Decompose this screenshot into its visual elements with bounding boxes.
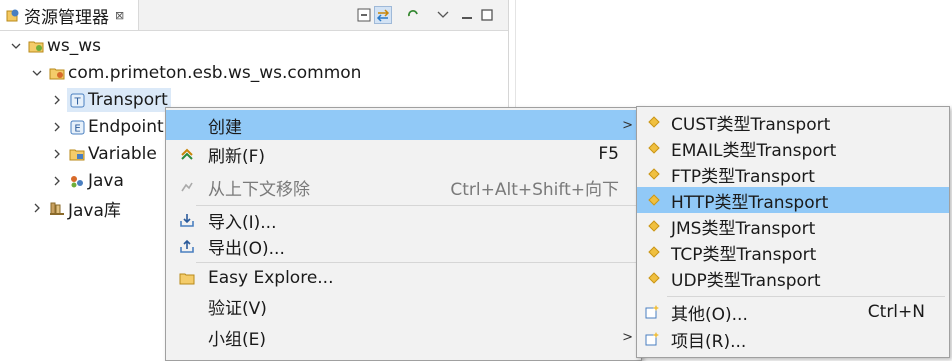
menu-label: 其他(O)... (671, 304, 748, 325)
tree-item-java-library[interactable]: Java库 (31, 195, 121, 221)
tree-label: Transport (88, 90, 168, 110)
menu-label: EMAIL类型Transport (671, 140, 837, 161)
menu-label: Easy Explore... (208, 268, 334, 288)
transport-type-icon (645, 113, 663, 131)
transport-type-icon (645, 191, 663, 209)
variable-folder-icon (69, 146, 85, 162)
menu-label: 导出(O)... (208, 238, 285, 259)
menu-label: 刷新(F) (208, 146, 266, 167)
submenu-item-other[interactable]: 其他(O)... Ctrl+N (637, 298, 949, 326)
refresh-icon (178, 145, 196, 163)
transport-type-icon (645, 269, 663, 287)
submenu-item-email[interactable]: EMAIL类型Transport (637, 135, 949, 161)
svg-text:T: T (73, 96, 81, 107)
tree-item-endpoint[interactable]: E Endpoint (51, 114, 164, 140)
submenu-item-udp[interactable]: UDP类型Transport (637, 265, 949, 291)
tree-item-package[interactable]: com.primeton.esb.ws_ws.common (31, 60, 361, 86)
package-icon (49, 65, 65, 81)
menu-label: 小组(E) (208, 329, 267, 350)
maximize-icon[interactable] (478, 6, 496, 24)
transport-type-icon (645, 139, 663, 157)
tab-label: 资源管理器 (24, 7, 109, 28)
transport-type-icon (645, 243, 663, 261)
tree-label: Variable (88, 144, 157, 164)
tree-label: Java (88, 171, 124, 191)
chevron-right-icon: > (622, 329, 633, 345)
tree-item-java[interactable]: Java (51, 168, 124, 194)
context-menu: 创建 > 刷新(F) F5 从上下文移除 Ctrl+Alt+Shift+向下 导… (165, 107, 642, 361)
chevron-down-icon[interactable] (10, 40, 22, 52)
tree-label: ws_ws (47, 36, 102, 56)
minimize-icon[interactable] (458, 6, 476, 24)
folder-icon (178, 269, 196, 287)
library-icon (49, 200, 65, 216)
menu-label: CUST类型Transport (671, 114, 831, 135)
chevron-right-icon[interactable] (51, 94, 63, 106)
transport-type-icon (645, 217, 663, 235)
menu-item-refresh[interactable]: 刷新(F) F5 (166, 139, 641, 169)
remove-context-icon (178, 178, 196, 196)
menu-label: HTTP类型Transport (671, 192, 829, 213)
link-with-editor-icon[interactable] (374, 6, 392, 24)
chevron-right-icon[interactable] (51, 121, 63, 133)
project-folder-icon (28, 38, 44, 54)
chevron-right-icon[interactable] (31, 202, 43, 214)
submenu-item-tcp[interactable]: TCP类型Transport (637, 239, 949, 265)
menu-label: UDP类型Transport (671, 270, 821, 291)
transport-type-icon (645, 165, 663, 183)
menu-label: FTP类型Transport (671, 166, 815, 187)
menu-item-export[interactable]: 导出(O)... (166, 231, 641, 261)
menu-shortcut: Ctrl+N (867, 302, 925, 322)
menu-shortcut: F5 (598, 144, 619, 164)
submenu-item-ftp[interactable]: FTP类型Transport (637, 161, 949, 187)
menu-label: 验证(V) (208, 298, 267, 319)
menu-item-validate[interactable]: 验证(V) (166, 291, 641, 321)
submenu-item-jms[interactable]: JMS类型Transport (637, 213, 949, 239)
menu-label: TCP类型Transport (671, 244, 817, 265)
java-icon (69, 173, 85, 189)
menu-item-create[interactable]: 创建 > (166, 110, 641, 140)
new-wizard-icon (643, 303, 661, 321)
chevron-right-icon[interactable] (51, 148, 63, 160)
menu-item-remove-from-context: 从上下文移除 Ctrl+Alt+Shift+向下 (166, 172, 641, 202)
view-tabbar: 资源管理器 ⊠ (0, 0, 508, 31)
tree-label: com.primeton.esb.ws_ws.common (68, 63, 362, 83)
menu-label: JMS类型Transport (671, 218, 816, 239)
submenu-item-cust[interactable]: CUST类型Transport (637, 109, 949, 135)
chevron-right-icon: > (622, 117, 633, 133)
sync-icon[interactable] (404, 6, 422, 24)
menu-label: 从上下文移除 (208, 179, 310, 200)
explorer-icon (6, 9, 19, 22)
view-menu-icon[interactable] (434, 6, 452, 24)
export-icon (178, 237, 196, 255)
menu-item-easy-explore[interactable]: Easy Explore... (166, 263, 641, 293)
chevron-down-icon[interactable] (31, 67, 43, 79)
menu-item-team[interactable]: 小组(E) > (166, 322, 641, 352)
new-project-icon (643, 330, 661, 348)
menu-label: 创建 (208, 117, 242, 138)
collapse-all-icon[interactable] (355, 6, 373, 24)
menu-separator (667, 296, 945, 297)
tree-label: Endpoint (88, 117, 164, 137)
tree-label: Java库 (68, 200, 121, 221)
tab-resource-explorer[interactable]: 资源管理器 ⊠ (0, 0, 139, 30)
transport-icon: T (69, 92, 85, 108)
tree-item-transport[interactable]: T Transport (51, 87, 171, 113)
submenu-item-http[interactable]: HTTP类型Transport (637, 187, 949, 213)
menu-shortcut: Ctrl+Alt+Shift+向下 (450, 179, 619, 200)
menu-label: 项目(R)... (671, 331, 747, 352)
tree-item-ws-ws[interactable]: ws_ws (10, 33, 101, 59)
selected-node[interactable]: T Transport (67, 88, 171, 112)
submenu-item-project[interactable]: 项目(R)... (637, 325, 949, 353)
svg-text:E: E (74, 123, 80, 134)
tree-item-variable[interactable]: Variable (51, 141, 157, 167)
menu-label: 导入(I)... (208, 212, 277, 233)
endpoint-icon: E (69, 119, 85, 135)
chevron-right-icon[interactable] (51, 175, 63, 187)
import-icon (178, 211, 196, 229)
close-icon[interactable]: ⊠ (115, 9, 124, 22)
create-submenu: CUST类型Transport EMAIL类型Transport FTP类型Tr… (636, 106, 950, 358)
